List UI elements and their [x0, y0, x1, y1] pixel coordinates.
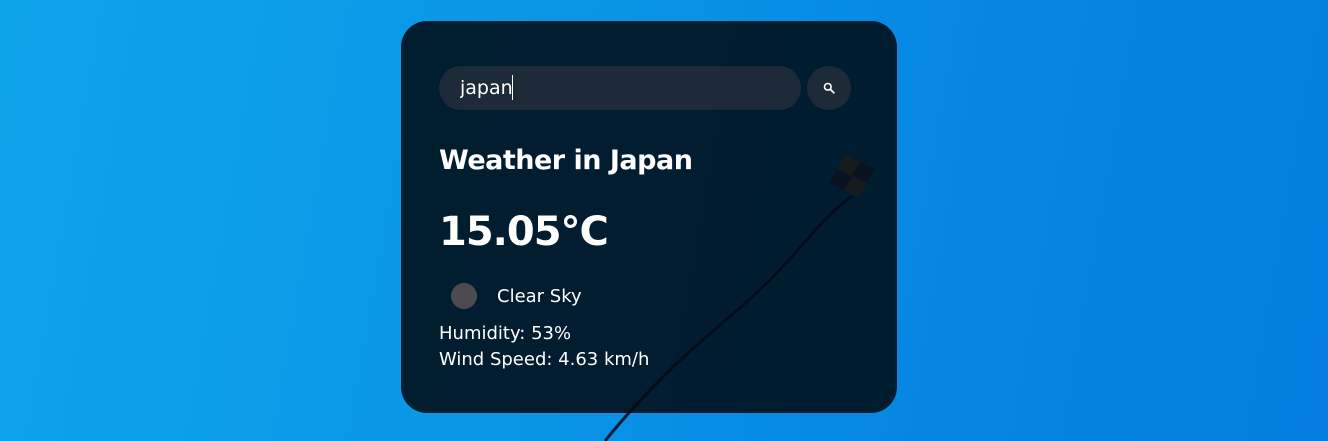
search-icon: [823, 82, 835, 94]
weather-condition-icon: [451, 283, 477, 309]
search-bar: [439, 66, 853, 110]
humidity: Humidity: 53%: [439, 323, 572, 344]
wind-speed: Wind Speed: 4.63 km/h: [439, 349, 650, 370]
weather-card: Weather in Japan 15.05°C Clear Sky Humid…: [401, 21, 897, 413]
search-input[interactable]: [439, 66, 801, 110]
city-title: Weather in Japan: [439, 145, 693, 176]
weather-condition: Clear Sky: [451, 283, 582, 309]
weather-description: Clear Sky: [497, 285, 582, 307]
temperature: 15.05°C: [439, 209, 609, 255]
search-button[interactable]: [807, 66, 851, 110]
text-cursor: [512, 75, 513, 100]
